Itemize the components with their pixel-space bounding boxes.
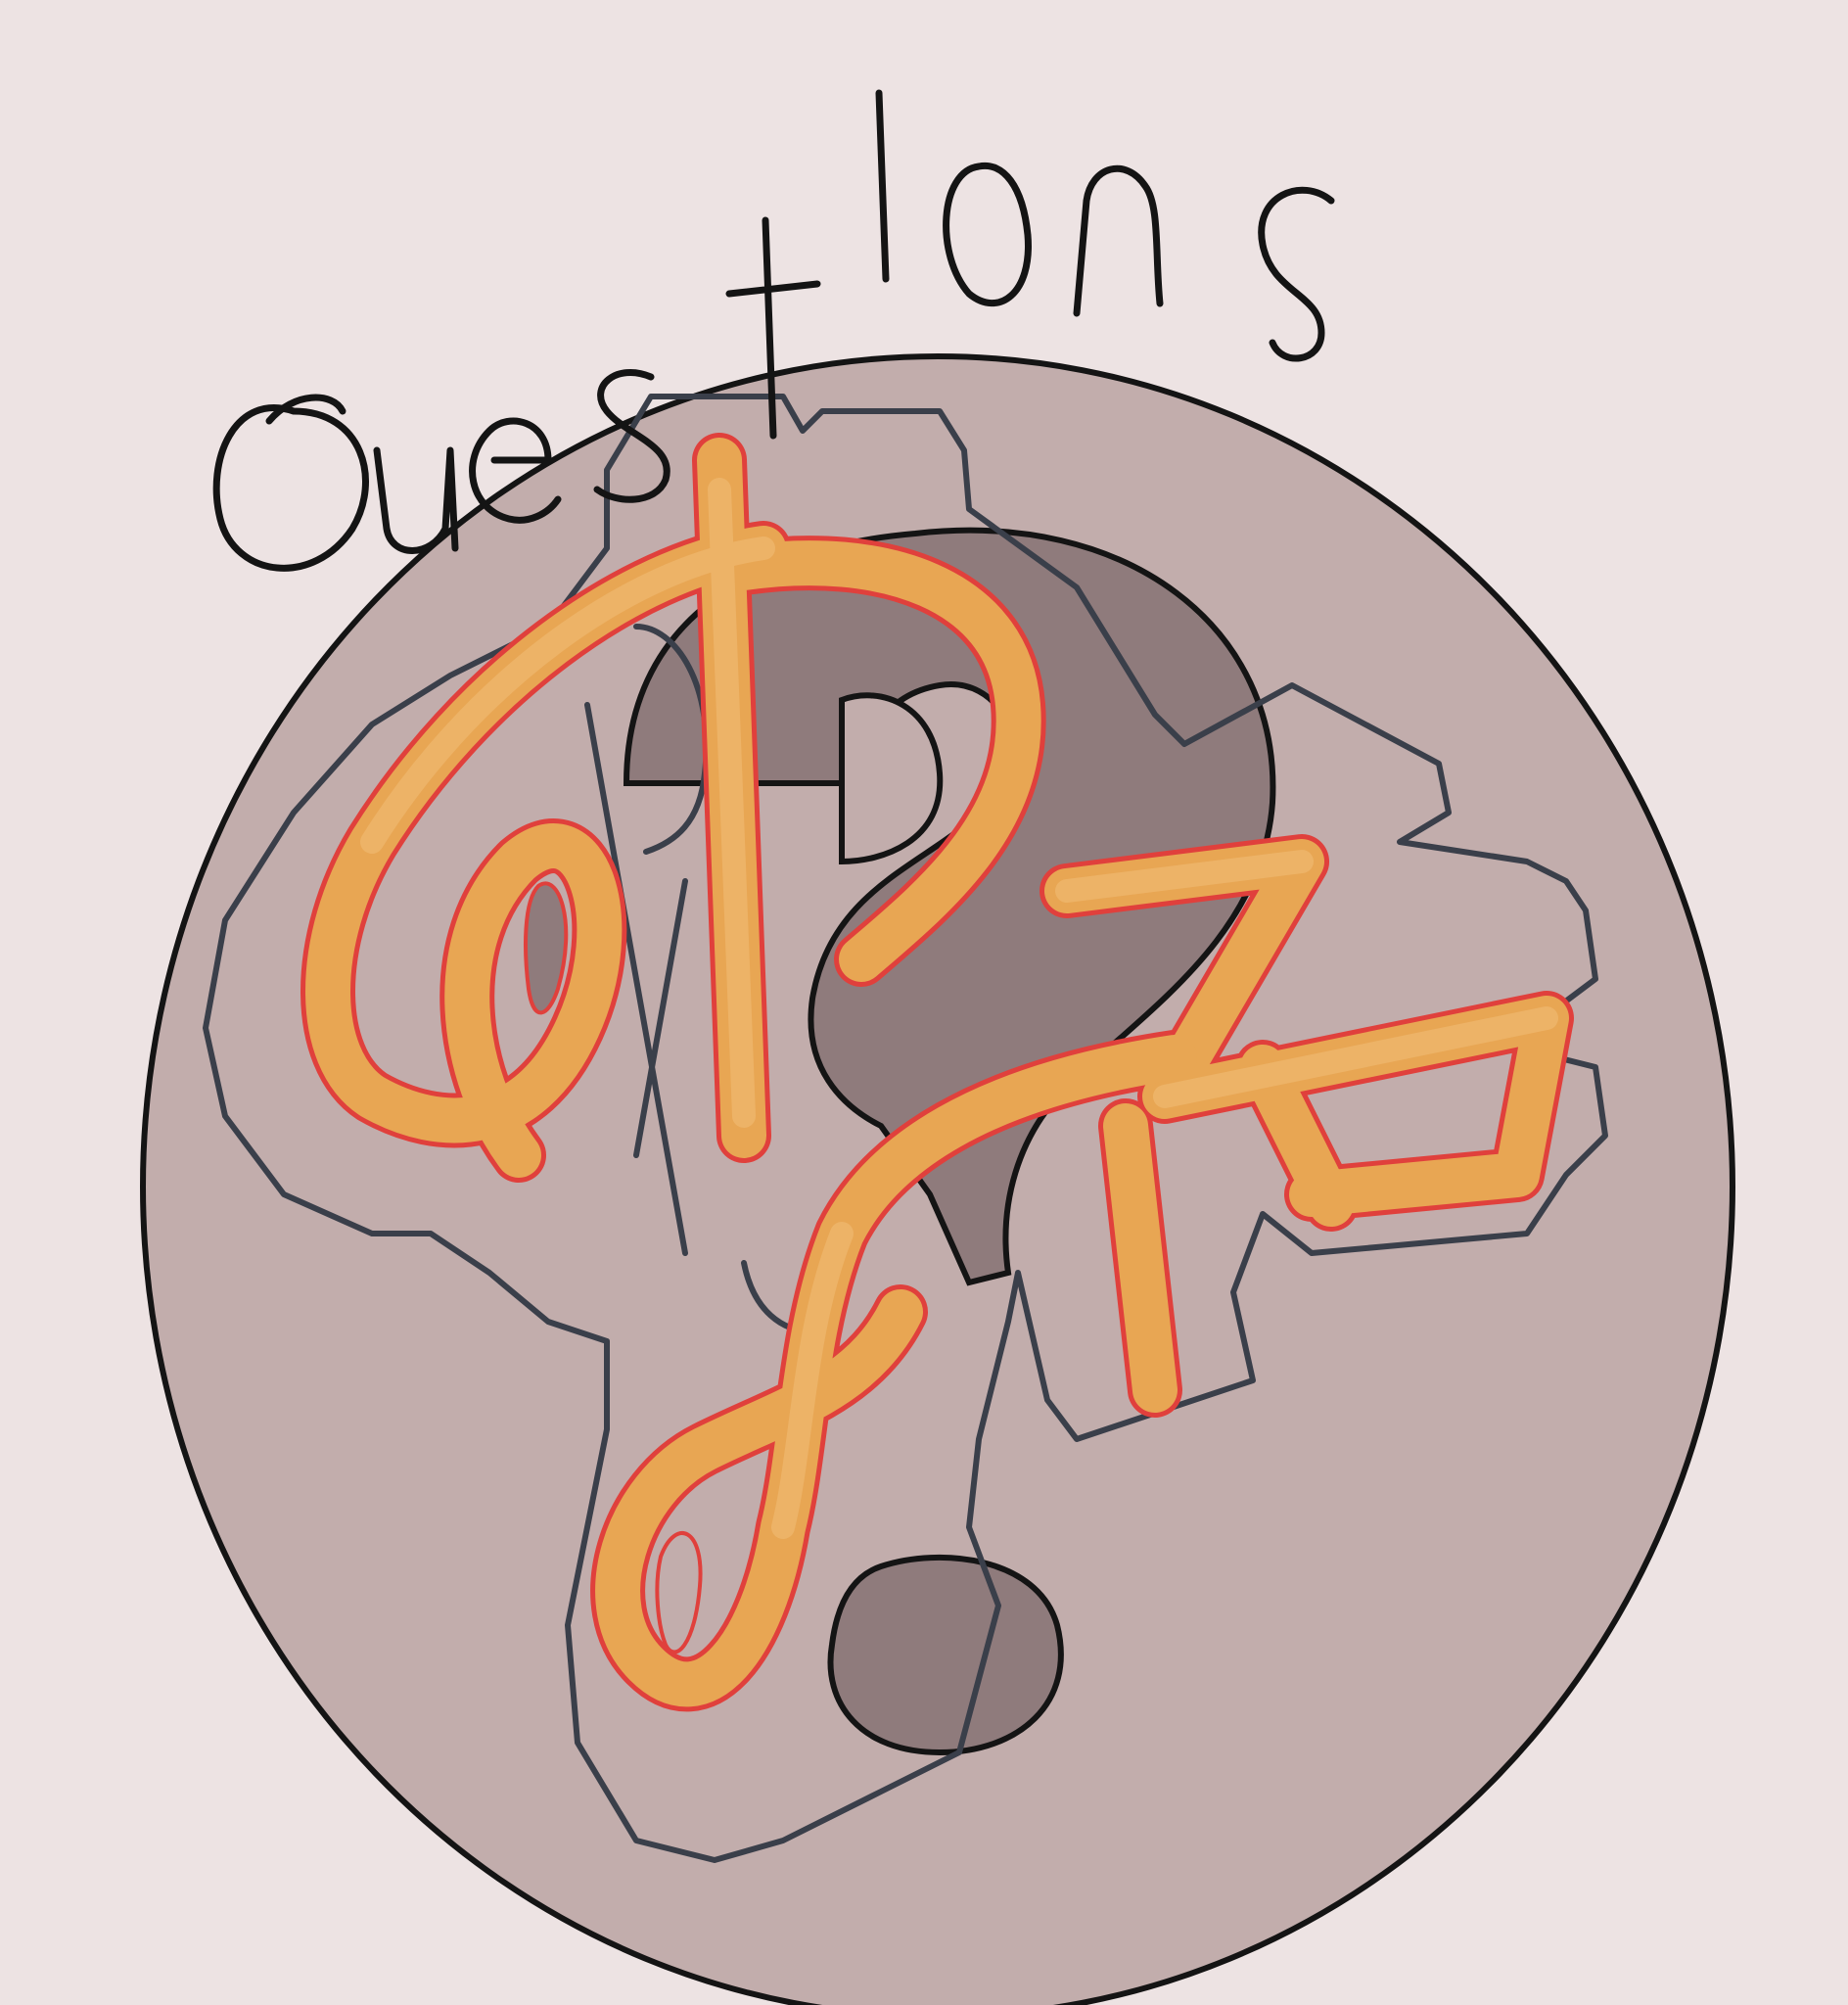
logo-drawing	[140, 89, 1735, 2005]
logo-artwork	[0, 0, 1848, 2005]
